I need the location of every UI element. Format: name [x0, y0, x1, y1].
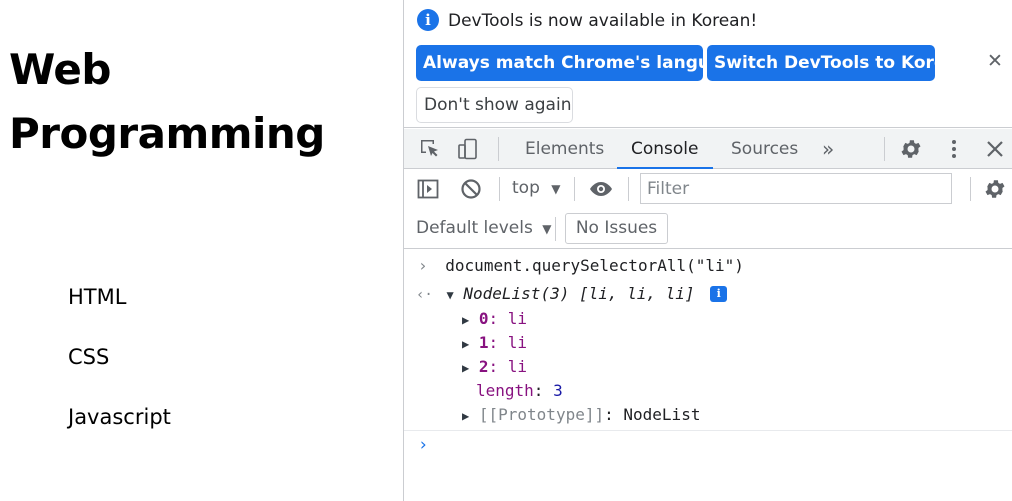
- expand-triangle-icon[interactable]: ▼: [447, 288, 454, 302]
- context-selector[interactable]: top ▼: [512, 178, 561, 198]
- console-toolbar-secondary: Default levels ▼ No Issues: [404, 209, 1012, 249]
- page-heading-line1: Web: [9, 45, 111, 94]
- console-command-row: › document.querySelectorAll("li"): [418, 256, 744, 275]
- prototype-value: NodeList: [623, 405, 701, 424]
- nodelist-entry[interactable]: ▶ 1: li: [462, 333, 527, 352]
- list-item: Javascript: [68, 405, 171, 429]
- entry-value: li: [507, 309, 528, 328]
- entry-key: 1: [478, 333, 489, 352]
- kebab-menu-icon[interactable]: [942, 137, 966, 161]
- console-output: › document.querySelectorAll("li") ‹· ▼ N…: [404, 250, 1012, 501]
- tab-console[interactable]: Console: [617, 129, 713, 169]
- length-value: 3: [553, 381, 563, 400]
- chevron-down-icon: ▼: [551, 182, 561, 196]
- toolbar-divider: [970, 177, 971, 201]
- prototype-key: [[Prototype]]: [478, 405, 605, 424]
- switch-language-button[interactable]: Switch DevTools to Korean: [707, 45, 969, 81]
- page-viewport: Web Programming HTML CSS Javascript: [0, 0, 403, 501]
- log-levels-label: Default levels: [416, 218, 533, 238]
- expand-triangle-icon[interactable]: ▶: [462, 409, 469, 423]
- close-icon[interactable]: ✕: [987, 50, 1003, 72]
- entry-value: li: [507, 333, 528, 352]
- dont-show-again-button[interactable]: Don't show again: [416, 87, 573, 123]
- toolbar-divider: [574, 177, 575, 201]
- console-input-row[interactable]: ›: [404, 430, 1012, 460]
- info-icon: i: [417, 9, 439, 31]
- console-prompt-icon: ›: [418, 435, 429, 455]
- more-tabs-icon[interactable]: »: [808, 129, 848, 168]
- input-prompt-icon: ›: [418, 256, 428, 275]
- entry-value: li: [507, 357, 528, 376]
- nodelist-entry[interactable]: ▶ 2: li: [462, 357, 527, 376]
- expand-triangle-icon[interactable]: ▶: [462, 361, 469, 375]
- devtools-panel: i DevTools is now available in Korean! A…: [403, 0, 1012, 501]
- close-devtools-icon[interactable]: [983, 137, 1007, 161]
- sidebar-toggle-icon[interactable]: [416, 177, 440, 201]
- clear-console-icon[interactable]: [459, 177, 483, 201]
- devtools-tabbar: Elements Console Sources »: [404, 129, 1012, 169]
- inspect-element-icon[interactable]: [418, 137, 442, 161]
- page-heading: Web Programming: [9, 38, 325, 166]
- list-item: CSS: [68, 345, 110, 369]
- toolbar-divider: [555, 217, 556, 241]
- log-levels-dropdown[interactable]: Default levels ▼: [416, 218, 551, 238]
- infobar-message: DevTools is now available in Korean!: [448, 11, 758, 31]
- nodelist-summary: NodeList(3) [li, li, li]: [463, 284, 695, 303]
- toolbar-divider: [499, 177, 500, 201]
- chevron-down-icon: ▼: [542, 222, 552, 236]
- device-toolbar-icon[interactable]: [456, 137, 480, 161]
- eye-icon[interactable]: [589, 177, 613, 201]
- expand-triangle-icon[interactable]: ▶: [462, 337, 469, 351]
- console-settings-icon[interactable]: [983, 177, 1007, 201]
- result-arrow-icon: ‹·: [416, 287, 433, 303]
- match-language-button[interactable]: Always match Chrome's language: [416, 45, 745, 81]
- language-infobar: i DevTools is now available in Korean! A…: [404, 0, 1012, 128]
- issues-button[interactable]: No Issues: [565, 213, 668, 244]
- nodelist-entry[interactable]: ▶ 0: li: [462, 309, 527, 328]
- entry-key: 0: [478, 309, 489, 328]
- page-list: HTML CSS Javascript: [68, 282, 171, 462]
- tab-elements[interactable]: Elements: [511, 129, 618, 168]
- toolbar-divider: [628, 177, 629, 201]
- prototype-property[interactable]: ▶ [[Prototype]]: NodeList: [462, 405, 700, 424]
- length-property: length: 3: [476, 381, 563, 400]
- expand-triangle-icon[interactable]: ▶: [462, 313, 469, 327]
- page-heading-line2: Programming: [9, 109, 325, 158]
- info-icon[interactable]: i: [710, 286, 728, 302]
- filter-input[interactable]: [640, 173, 952, 204]
- console-command: document.querySelectorAll("li"): [445, 256, 744, 275]
- toolbar-divider: [498, 137, 499, 161]
- length-key: length: [476, 381, 534, 400]
- console-toolbar: top ▼: [404, 169, 1012, 209]
- tab-sources[interactable]: Sources: [717, 129, 812, 168]
- context-value: top: [512, 178, 540, 198]
- toolbar-divider: [884, 137, 885, 161]
- list-item: HTML: [68, 285, 127, 309]
- settings-icon[interactable]: [899, 137, 923, 161]
- console-result-row[interactable]: ‹· ▼ NodeList(3) [li, li, li] i: [416, 284, 728, 303]
- entry-key: 2: [478, 357, 489, 376]
